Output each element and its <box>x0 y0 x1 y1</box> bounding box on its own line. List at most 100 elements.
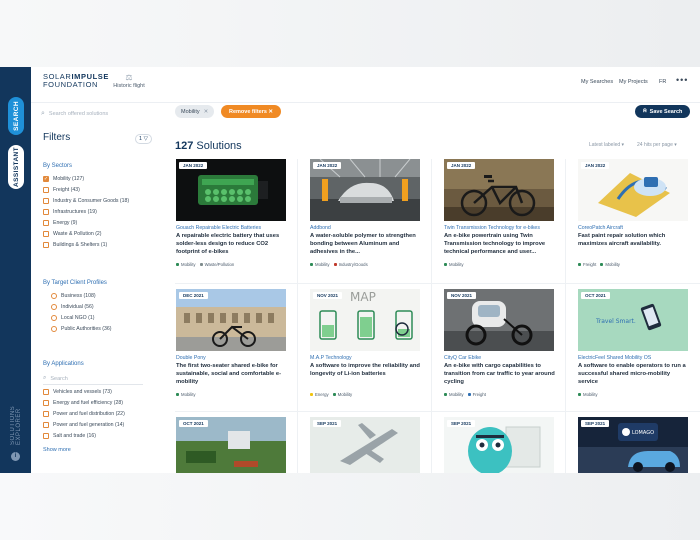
solution-card[interactable]: DEC 2021 Double Pony The first two-seate… <box>175 289 287 409</box>
card-date: SEP 2021 <box>447 420 476 427</box>
applications-heading[interactable]: By Applications <box>43 361 84 367</box>
solution-card[interactable]: LOMAGO SEP 2021 <box>577 417 689 473</box>
rail-explorer-label: SOLUTIONS EXPLORER <box>10 405 22 445</box>
save-search-button[interactable]: ⍾ Save Search <box>635 105 691 118</box>
language-switch[interactable]: FR <box>659 79 666 85</box>
results-count: 127 Solutions <box>175 140 242 152</box>
card-date: DEC 2021 <box>179 292 208 299</box>
client-radio-local-ngo[interactable]: Local NGO (1) <box>51 315 94 321</box>
solar-impulse-logo[interactable]: SOLARIMPULSE FOUNDATION <box>43 73 109 89</box>
solution-card[interactable]: OCT 2021 <box>175 417 287 473</box>
application-checkbox-energy-efficiency[interactable]: Energy and fuel efficiency (28) <box>43 400 123 406</box>
bottom-backdrop <box>0 473 700 540</box>
top-header: SOLARIMPULSE FOUNDATION ⚖ Historic fligh… <box>31 67 700 103</box>
card-name[interactable]: Addbond <box>310 225 331 231</box>
card-name[interactable]: M.A.P Technology <box>310 355 352 361</box>
card-date: OCT 2021 <box>179 420 208 427</box>
solution-card[interactable]: SEP 2021 <box>309 417 421 473</box>
card-tags: Freight Mobility <box>578 262 620 267</box>
sector-checkbox-infrastructures[interactable]: Infrastructures (19) <box>43 209 97 215</box>
card-name[interactable]: Twin Transmission Technology for e-bikes <box>444 225 540 231</box>
card-date: SEP 2021 <box>581 420 610 427</box>
card-date: SEP 2021 <box>313 420 342 427</box>
radio-icon <box>51 304 57 310</box>
card-tags: Mobility Industry/Goods <box>310 262 368 267</box>
solutions-search-input[interactable]: ⌕ Search offered solutions <box>41 107 153 121</box>
card-date: NOV 2021 <box>447 292 477 299</box>
card-tags: Mobility <box>444 262 464 267</box>
filter-chip-mobility[interactable]: Mobility ✕ <box>175 105 215 118</box>
application-checkbox-distribution[interactable]: Power and fuel distribution (22) <box>43 411 125 417</box>
more-menu-icon[interactable]: ••• <box>676 75 688 85</box>
client-radio-business[interactable]: Business (108) <box>51 293 96 299</box>
client-radio-public[interactable]: Public Authorities (36) <box>51 326 111 332</box>
radio-icon <box>51 315 57 321</box>
close-icon[interactable]: ✕ <box>204 109 209 115</box>
plane-icon: ⚖ <box>125 73 133 82</box>
solution-card[interactable]: JAN 2022 Twin Transmission Technology fo… <box>443 159 555 279</box>
card-description: A water-soluble polymer to strengthen bo… <box>310 233 416 255</box>
rail-search-tab[interactable]: SEARCH <box>8 97 24 135</box>
card-date: JAN 2022 <box>313 162 342 169</box>
sector-checkbox-waste[interactable]: Waste & Pollution (2) <box>43 231 102 237</box>
checkbox-icon <box>43 209 49 215</box>
card-tags: Mobility Freight <box>444 392 486 397</box>
applications-search-input[interactable]: ⌕ Search <box>43 373 143 385</box>
card-date: JAN 2022 <box>447 162 476 169</box>
card-name[interactable]: Double Pony <box>176 355 206 361</box>
show-more-link[interactable]: Show more <box>43 447 71 453</box>
my-searches-link[interactable]: My Searches <box>581 79 613 85</box>
historic-flight-link[interactable]: ⚖ Historic flight <box>109 73 149 89</box>
sector-checkbox-freight[interactable]: Freight (43) <box>43 187 80 193</box>
per-page-select[interactable]: 24 hits per page ▾ <box>637 142 677 148</box>
checkbox-icon <box>43 242 49 248</box>
checkbox-icon: ✓ <box>43 176 49 182</box>
billboard-text: LOMAGO <box>632 430 654 436</box>
solution-card[interactable]: NOV 2021 CityQ Car Ebike An e-bike with … <box>443 289 555 409</box>
app-window: SEARCH ASSISTANT SOLUTIONS EXPLORER i SO… <box>0 67 700 473</box>
card-name[interactable]: CoreoPatch Aircraft <box>578 225 623 231</box>
sector-checkbox-energy[interactable]: Energy (9) <box>43 220 77 226</box>
sector-checkbox-industry[interactable]: Industry & Consumer Goods (18) <box>43 198 129 204</box>
application-checkbox-vehicles[interactable]: Vehicles and vessels (73) <box>43 389 112 395</box>
rail-assistant-tab[interactable]: ASSISTANT <box>8 145 24 189</box>
card-tags: Mobility Waste/Pollution <box>176 262 234 267</box>
solution-card[interactable]: JAN 2022 Gouach Repairable Electric Batt… <box>175 159 287 279</box>
card-name[interactable]: ElectricFeel Shared Mobility OS <box>578 355 651 361</box>
checkbox-icon <box>43 389 49 395</box>
checkbox-icon <box>43 220 49 226</box>
card-name[interactable]: Gouach Repairable Electric Batteries <box>176 225 261 231</box>
card-name[interactable]: CityQ Car Ebike <box>444 355 481 361</box>
card-description: A software to improve the reliability an… <box>310 363 420 377</box>
remove-filters-button[interactable]: Remove filters ✕ <box>221 105 282 118</box>
my-projects-link[interactable]: My Projects <box>619 79 648 85</box>
client-profiles-heading[interactable]: By Target Client Profiles <box>43 280 107 286</box>
card-date: OCT 2021 <box>581 292 610 299</box>
application-checkbox-salt-trade[interactable]: Salt and trade (16) <box>43 433 96 439</box>
sort-select[interactable]: Latest labeled ▾ <box>589 142 624 148</box>
search-icon: ⌕ <box>43 375 47 381</box>
card-description: A software to enable operators to run a … <box>578 363 686 385</box>
filters-title: Filters <box>43 132 71 143</box>
solution-card[interactable]: SEP 2021 <box>443 417 555 473</box>
info-icon[interactable]: i <box>11 452 20 461</box>
application-checkbox-generation[interactable]: Power and fuel generation (14) <box>43 422 124 428</box>
sector-checkbox-mobility[interactable]: ✓ Mobility (127) <box>43 176 84 182</box>
sectors-heading[interactable]: By Sectors <box>43 163 72 169</box>
bell-icon: ⍾ <box>643 108 647 114</box>
solution-card[interactable]: JAN 2022 CoreoPatch Aircraft Fast paint … <box>577 159 689 279</box>
solution-card[interactable]: Travel Smart. OCT 2021 ElectricFeel Shar… <box>577 289 689 409</box>
card-date: JAN 2022 <box>179 162 208 169</box>
sector-checkbox-buildings[interactable]: Buildings & Shelters (1) <box>43 242 107 248</box>
card-description: An e-bike with cargo capabilities to tra… <box>444 363 555 385</box>
filters-count-badge[interactable]: 1 ▽ <box>135 134 152 144</box>
card-description: Fast paint repair solution which maximiz… <box>578 233 666 247</box>
left-rail: SEARCH ASSISTANT SOLUTIONS EXPLORER i <box>0 67 31 473</box>
client-radio-individual[interactable]: Individual (56) <box>51 304 94 310</box>
top-backdrop <box>0 0 700 67</box>
solution-card[interactable]: MAP NOV 2021 M.A.P Technology A software… <box>309 289 421 409</box>
solution-card[interactable]: JAN 2022 Addbond A water-soluble polymer… <box>309 159 421 279</box>
checkbox-icon <box>43 400 49 406</box>
checkbox-icon <box>43 422 49 428</box>
checkbox-icon <box>43 187 49 193</box>
